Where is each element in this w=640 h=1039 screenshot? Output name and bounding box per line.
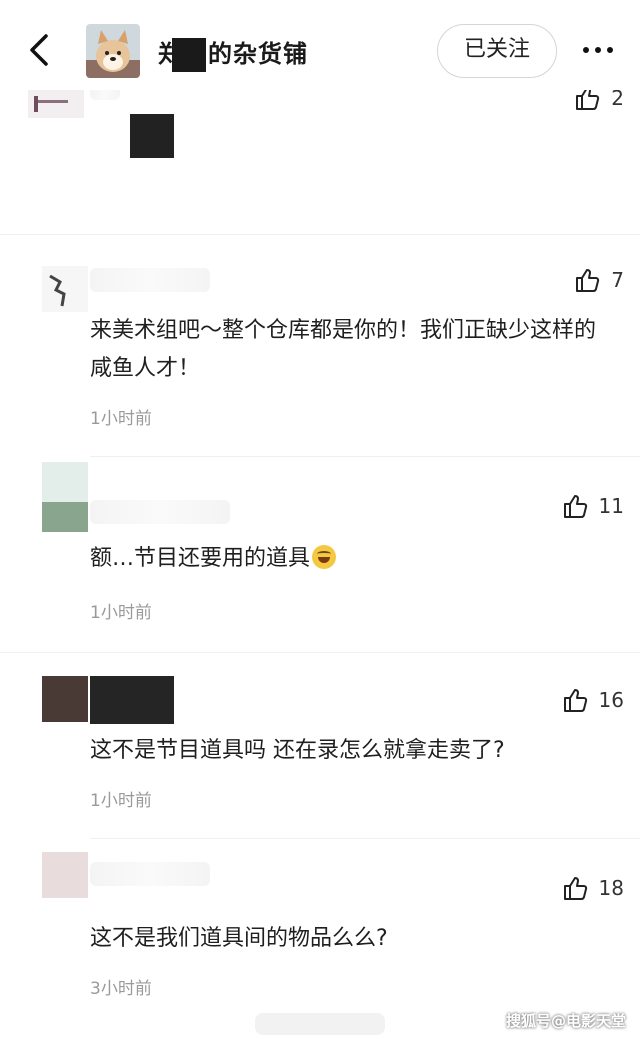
divider: [0, 234, 640, 235]
follow-button[interactable]: 已关注: [437, 24, 557, 78]
divider: [90, 838, 640, 839]
commenter-name-redacted: [90, 676, 174, 724]
comment-item: 11 额…节目还要用的道具 1小时前: [0, 462, 640, 652]
like-count: 11: [598, 494, 624, 518]
comment-text-body: 额…节目还要用的道具: [90, 546, 311, 571]
like-count: 18: [598, 876, 624, 900]
comment-text: 这不是我们道具间的物品么么?: [90, 926, 388, 951]
comment-item: 2: [0, 84, 640, 234]
like-count: 16: [598, 688, 624, 712]
shop-avatar[interactable]: [86, 24, 140, 78]
top-bar: 郑惠的杂货铺 已关注: [0, 0, 640, 90]
comment-text: 来美术组吧～整个仓库都是你的！我们正缺少这样的咸鱼人才！: [90, 318, 597, 381]
comment-text: 额…节目还要用的道具: [90, 540, 616, 578]
divider: [0, 652, 640, 653]
redaction-mask: [172, 38, 206, 72]
like-button[interactable]: 7: [573, 266, 624, 294]
comment-time: 1小时前: [90, 791, 152, 811]
commenter-avatar[interactable]: [42, 266, 88, 312]
comment-item: 18 这不是我们道具间的物品么么? 3小时前: [0, 852, 640, 1012]
watermark: 搜狐号@电影天堂: [505, 1012, 626, 1030]
comment-time: 3小时前: [90, 979, 152, 999]
like-button[interactable]: 16: [561, 686, 624, 714]
comment-item: 16 这不是节目道具吗 还在录怎么就拿走卖了? 1小时前: [0, 668, 640, 838]
redaction-blur: [255, 1013, 385, 1035]
more-icon[interactable]: [580, 38, 624, 62]
commenter-name-redacted: [90, 862, 210, 886]
like-count: 7: [611, 268, 624, 292]
like-button[interactable]: 11: [561, 492, 624, 520]
comment-text: 这不是节目道具吗 还在录怎么就拿走卖了?: [90, 738, 505, 763]
thumb-up-icon: [563, 495, 587, 518]
laugh-cry-emoji-icon: [312, 545, 337, 569]
like-button[interactable]: 18: [561, 874, 624, 902]
thumb-up-icon: [563, 877, 587, 900]
image-redaction: [130, 114, 174, 158]
thumb-up-icon: [563, 689, 587, 712]
back-arrow-icon[interactable]: [24, 30, 56, 70]
commenter-avatar[interactable]: [42, 462, 88, 532]
commenter-avatar[interactable]: [28, 88, 84, 118]
comment-item: 7 来美术组吧～整个仓库都是你的！我们正缺少这样的咸鱼人才！ 1小时前: [0, 258, 640, 458]
commenter-name-redacted: [90, 500, 230, 524]
comment-time: 1小时前: [90, 603, 152, 623]
thumb-up-icon: [576, 269, 600, 292]
commenter-avatar[interactable]: [42, 852, 88, 898]
commenter-name-redacted: [90, 268, 210, 292]
comment-time: 1小时前: [90, 409, 152, 429]
commenter-avatar[interactable]: [42, 676, 88, 722]
divider: [90, 456, 640, 457]
